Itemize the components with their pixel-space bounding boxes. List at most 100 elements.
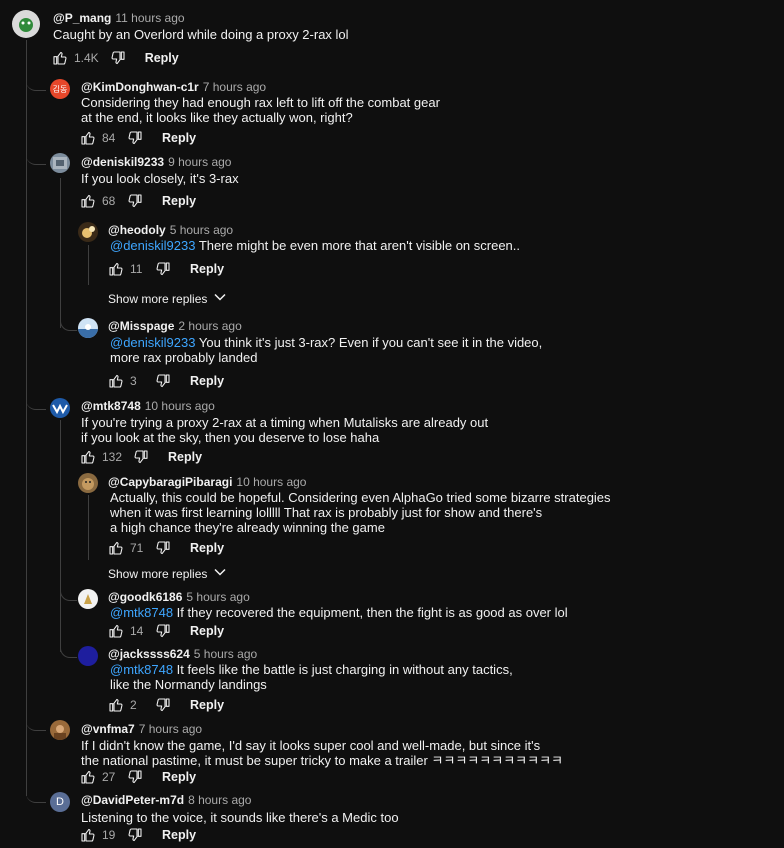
like-icon[interactable]: [79, 129, 97, 147]
mention-link[interactable]: @deniskil9233: [110, 238, 195, 253]
reply-button[interactable]: Reply: [162, 194, 196, 208]
like-count: 2: [130, 698, 137, 712]
comment-author[interactable]: @mtk8748: [81, 399, 141, 413]
comment-text: if you look at the sky, then you deserve…: [81, 430, 380, 445]
like-icon[interactable]: [79, 768, 97, 786]
comment-timestamp[interactable]: 9 hours ago: [168, 155, 231, 169]
reply-button[interactable]: Reply: [190, 698, 224, 712]
avatar[interactable]: [78, 222, 98, 242]
comment-timestamp[interactable]: 10 hours ago: [236, 475, 306, 489]
chevron-down-icon: [213, 290, 227, 307]
comment-author[interactable]: @CapybaragiPibaragi: [108, 475, 232, 489]
like-icon[interactable]: [79, 448, 97, 466]
comment-text: You think it's just 3-rax? Even if you c…: [195, 335, 543, 350]
like-count: 132: [102, 450, 123, 464]
reply-button[interactable]: Reply: [162, 828, 196, 842]
reply-button[interactable]: Reply: [145, 51, 179, 65]
chevron-down-icon: [213, 565, 227, 582]
like-icon[interactable]: [107, 696, 125, 714]
dislike-icon[interactable]: [109, 49, 127, 67]
comment-timestamp[interactable]: 5 hours ago: [170, 223, 233, 237]
mention-link[interactable]: @mtk8748: [110, 605, 173, 620]
show-more-replies-button[interactable]: Show more replies: [108, 290, 227, 307]
reply-button[interactable]: Reply: [190, 262, 224, 276]
comment-author[interactable]: @goodk6186: [108, 590, 182, 604]
like-icon[interactable]: [107, 372, 125, 390]
thread-curve: [60, 590, 77, 601]
avatar[interactable]: [50, 720, 70, 740]
mention-link[interactable]: @mtk8748: [110, 662, 173, 677]
comment-text: If they recovered the equipment, then th…: [173, 605, 568, 620]
like-count: 84: [102, 131, 116, 145]
like-icon[interactable]: [79, 826, 97, 844]
mention-link[interactable]: @deniskil9233: [110, 335, 195, 350]
comment-timestamp[interactable]: 8 hours ago: [188, 793, 251, 807]
comment-timestamp[interactable]: 7 hours ago: [203, 80, 266, 94]
comment-timestamp[interactable]: 11 hours ago: [115, 11, 184, 25]
comment-timestamp[interactable]: 5 hours ago: [194, 647, 257, 661]
reply-button[interactable]: Reply: [190, 374, 224, 388]
dislike-icon[interactable]: [126, 129, 144, 147]
reply-button[interactable]: Reply: [162, 770, 196, 784]
avatar[interactable]: [78, 589, 98, 609]
like-icon[interactable]: [107, 622, 125, 640]
avatar[interactable]: [50, 153, 70, 173]
show-more-label: Show more replies: [108, 291, 208, 306]
thread-line-sub: [88, 245, 89, 285]
dislike-icon[interactable]: [126, 826, 144, 844]
comment-timestamp[interactable]: 2 hours ago: [178, 319, 241, 333]
dislike-icon[interactable]: [154, 539, 172, 557]
comment-text: more rax probably landed: [110, 350, 258, 365]
avatar[interactable]: [12, 10, 40, 38]
dislike-icon[interactable]: [154, 696, 172, 714]
comment-timestamp[interactable]: 5 hours ago: [186, 590, 249, 604]
avatar[interactable]: [78, 646, 98, 666]
like-count: 14: [130, 624, 144, 638]
comment-text: It feels like the battle is just chargin…: [173, 662, 513, 677]
comment-text: when it was first learning lolllll That …: [110, 505, 543, 520]
show-more-replies-button[interactable]: Show more replies: [108, 565, 227, 582]
comment-author[interactable]: @heodoly: [108, 223, 166, 237]
avatar[interactable]: D: [50, 792, 70, 812]
thread-line-sub: [60, 178, 61, 328]
comment-author[interactable]: @Misspage: [108, 319, 174, 333]
like-count: 27: [102, 770, 116, 784]
dislike-icon[interactable]: [126, 192, 144, 210]
comment-author[interactable]: @jackssss624: [108, 647, 190, 661]
comment-text: Considering they had enough rax left to …: [81, 95, 440, 110]
like-count: 71: [130, 541, 144, 555]
avatar[interactable]: [78, 473, 98, 493]
dislike-icon[interactable]: [132, 448, 150, 466]
comment-author[interactable]: @P_mang: [53, 11, 111, 25]
comment-author[interactable]: @KimDonghwan-c1r: [81, 80, 199, 94]
reply-button[interactable]: Reply: [168, 450, 202, 464]
like-icon[interactable]: [107, 260, 125, 278]
comment-author[interactable]: @deniskil9233: [81, 155, 164, 169]
reply-button[interactable]: Reply: [190, 541, 224, 555]
comment-text: There might be even more that aren't vis…: [195, 238, 521, 253]
show-more-label: Show more replies: [108, 566, 208, 581]
like-count: 11: [130, 262, 143, 276]
like-icon[interactable]: [79, 192, 97, 210]
dislike-icon[interactable]: [154, 622, 172, 640]
avatar[interactable]: [50, 398, 70, 418]
thread-line-sub: [88, 495, 89, 560]
comment-timestamp[interactable]: 7 hours ago: [139, 722, 202, 736]
like-icon[interactable]: [107, 539, 125, 557]
avatar[interactable]: [78, 318, 98, 338]
comment-author[interactable]: @vnfma7: [81, 722, 135, 736]
comment-author[interactable]: @DavidPeter-m7d: [81, 793, 184, 807]
dislike-icon[interactable]: [154, 372, 172, 390]
reply-button[interactable]: Reply: [190, 624, 224, 638]
comment-text: the national pastime, it must be super t…: [81, 753, 563, 768]
thread-curve: [60, 645, 77, 658]
dislike-icon[interactable]: [154, 260, 172, 278]
comment-text: Caught by an Overlord while doing a prox…: [53, 27, 349, 42]
like-icon[interactable]: [51, 49, 69, 67]
dislike-icon[interactable]: [126, 768, 144, 786]
avatar[interactable]: 김동: [50, 79, 70, 99]
thread-line-sub: [60, 420, 61, 652]
comment-timestamp[interactable]: 10 hours ago: [145, 399, 215, 413]
comment-text: at the end, it looks like they actually …: [81, 110, 353, 125]
reply-button[interactable]: Reply: [162, 131, 196, 145]
